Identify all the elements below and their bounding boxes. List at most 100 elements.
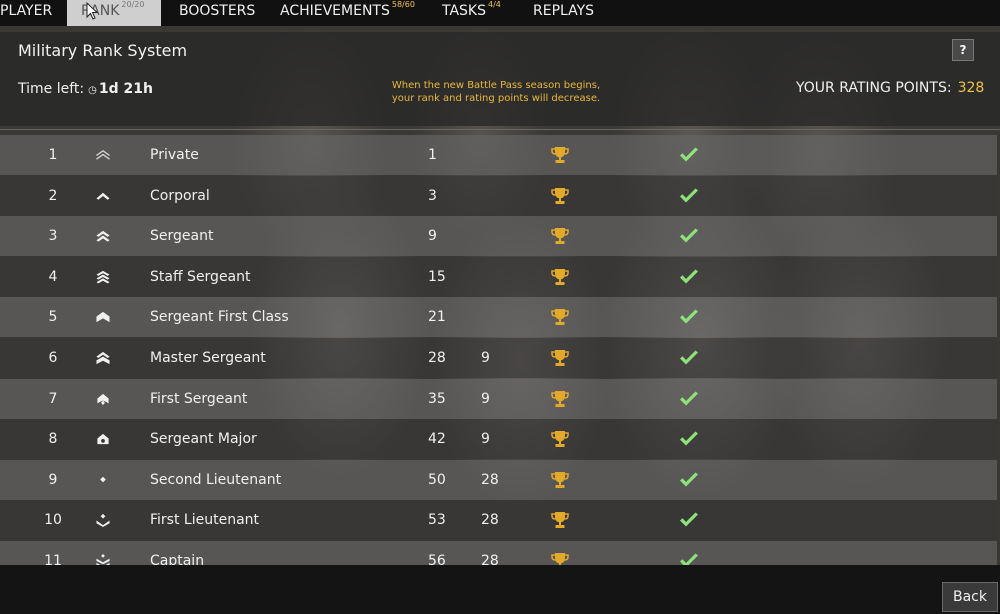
help-button[interactable]: ? (952, 39, 974, 61)
rank-name: Second Lieutenant (150, 471, 282, 488)
diamond-icon (100, 476, 106, 483)
rank-required-points: 42 (428, 431, 446, 448)
tab-boosters-label: BOOSTERS (179, 3, 256, 19)
tab-replays-label: REPLAYS (533, 3, 595, 19)
trophy-icon[interactable] (550, 227, 570, 245)
triple-chevron-icon (96, 270, 110, 284)
checkmark-icon (680, 147, 698, 162)
rank-row[interactable]: 2 Corporal 3 (0, 175, 997, 216)
trophy-icon[interactable] (550, 390, 570, 408)
rank-row[interactable]: 8 Sergeant Major 42 9 (0, 419, 997, 460)
rank-table[interactable]: 1 Private 1 2 Corporal 3 3 Sergeant 9 4 Staff Serg… (0, 135, 997, 565)
rank-number: 10 (44, 512, 62, 529)
rank-season-points: 9 (481, 431, 490, 448)
tab-achievements-label: ACHIEVEMENTS (280, 3, 390, 19)
rank-number: 4 (48, 268, 58, 285)
rank-number: 9 (48, 471, 58, 488)
rank-row[interactable]: 11 Captain 56 28 (0, 541, 997, 565)
tab-rank[interactable]: RANK 20/20 (67, 0, 161, 26)
top-nav: PLAYER RANK 20/20 BOOSTERS ACHIEVEMENTS 58… (0, 0, 1000, 26)
tab-rank-badge: 20/20 (121, 0, 145, 9)
rank-name: First Sergeant (150, 390, 248, 407)
double-chevron-icon (96, 231, 110, 242)
rank-row[interactable]: 7 First Sergeant 35 9 (0, 378, 997, 419)
rank-name: Sergeant First Class (150, 309, 289, 326)
checkmark-icon (680, 309, 698, 324)
trophy-icon[interactable] (550, 187, 570, 205)
rank-season-points: 28 (481, 471, 499, 488)
tab-boosters[interactable]: BOOSTERS (179, 0, 255, 26)
checkmark-icon (680, 431, 698, 446)
bottom-bar (0, 565, 1000, 614)
rank-name: Captain (150, 553, 205, 565)
rating-points: YOUR RATING POINTS: 328 (796, 80, 984, 96)
rank-number: 2 (48, 187, 58, 204)
checkmark-icon (680, 553, 698, 565)
rank-number: 1 (48, 147, 58, 163)
rank-row[interactable]: 9 Second Lieutenant 50 28 (0, 459, 997, 500)
trophy-icon[interactable] (550, 146, 570, 164)
header-divider (0, 129, 1000, 130)
rank-number: 11 (44, 553, 62, 565)
tab-tasks-label: TASKS (442, 3, 486, 19)
tab-player-label: PLAYER (0, 3, 53, 19)
clock-icon: ◷ (88, 85, 97, 96)
rank-required-points: 9 (428, 228, 437, 245)
trophy-icon[interactable] (550, 471, 570, 489)
tab-player[interactable]: PLAYER (0, 0, 60, 26)
rank-name: Corporal (150, 187, 210, 204)
rank-name: Private (150, 147, 199, 163)
rating-label: YOUR RATING POINTS: (796, 80, 952, 96)
rank-row[interactable]: 3 Sergeant 9 (0, 216, 997, 257)
single-chevron-icon (96, 192, 110, 200)
trophy-icon[interactable] (550, 349, 570, 367)
trophy-icon[interactable] (550, 511, 570, 529)
mouse-cursor-icon (86, 2, 99, 20)
rank-name: Staff Sergeant (150, 268, 251, 285)
rank-required-points: 21 (428, 309, 446, 326)
back-button[interactable]: Back (942, 582, 998, 612)
rank-number: 5 (48, 309, 58, 326)
rank-row[interactable]: 6 Master Sergeant 28 9 (0, 338, 997, 378)
rank-name: Sergeant (150, 228, 214, 245)
checkmark-icon (680, 269, 698, 284)
tab-tasks[interactable]: TASKS 4/4 (442, 0, 501, 26)
rank-required-points: 50 (428, 471, 446, 488)
rank-row[interactable]: 1 Private 1 (0, 135, 997, 175)
rank-row[interactable]: 10 First Lieutenant 53 28 (0, 500, 997, 541)
diamond-chevron-icon (96, 514, 110, 528)
rank-required-points: 35 (428, 390, 446, 407)
header-panel: Military Rank System ? Time left: ◷ 1d 21h… (0, 32, 1000, 126)
checkmark-icon (680, 391, 698, 406)
rank-required-points: 56 (428, 553, 446, 565)
rank-name: Master Sergeant (150, 350, 266, 366)
rank-number: 3 (48, 228, 58, 245)
tab-achievements[interactable]: ACHIEVEMENTS 58/60 (280, 0, 415, 26)
rank-name: First Lieutenant (150, 512, 260, 529)
trophy-icon[interactable] (550, 430, 570, 448)
rank-season-points: 28 (481, 512, 499, 529)
diamond-double-chevron-icon (96, 554, 110, 565)
tab-achievements-badge: 58/60 (391, 0, 415, 9)
rank-name: Sergeant Major (150, 431, 257, 448)
checkmark-icon (680, 350, 698, 365)
checkmark-icon (680, 472, 698, 487)
checkmark-icon (680, 512, 698, 527)
chevron-rocker-icon (96, 312, 110, 323)
trophy-icon[interactable] (550, 268, 570, 286)
chevron-star-icon (97, 434, 109, 445)
chevron-diamond-icon (97, 393, 109, 405)
tab-replays[interactable]: REPLAYS (533, 0, 594, 26)
trophy-icon[interactable] (550, 308, 570, 326)
rank-number: 7 (48, 390, 58, 407)
rank-required-points: 15 (428, 268, 446, 285)
trophy-icon[interactable] (550, 552, 570, 565)
double-chevron-rocker-icon (96, 351, 110, 365)
chevron-outline-icon (96, 149, 110, 160)
rank-season-points: 9 (481, 390, 490, 407)
rank-required-points: 53 (428, 512, 446, 529)
time-left-label: Time left: (18, 81, 85, 97)
rank-row[interactable]: 5 Sergeant First Class 21 (0, 297, 997, 338)
rank-row[interactable]: 4 Staff Sergeant 15 (0, 256, 997, 297)
rank-required-points: 3 (428, 187, 437, 204)
